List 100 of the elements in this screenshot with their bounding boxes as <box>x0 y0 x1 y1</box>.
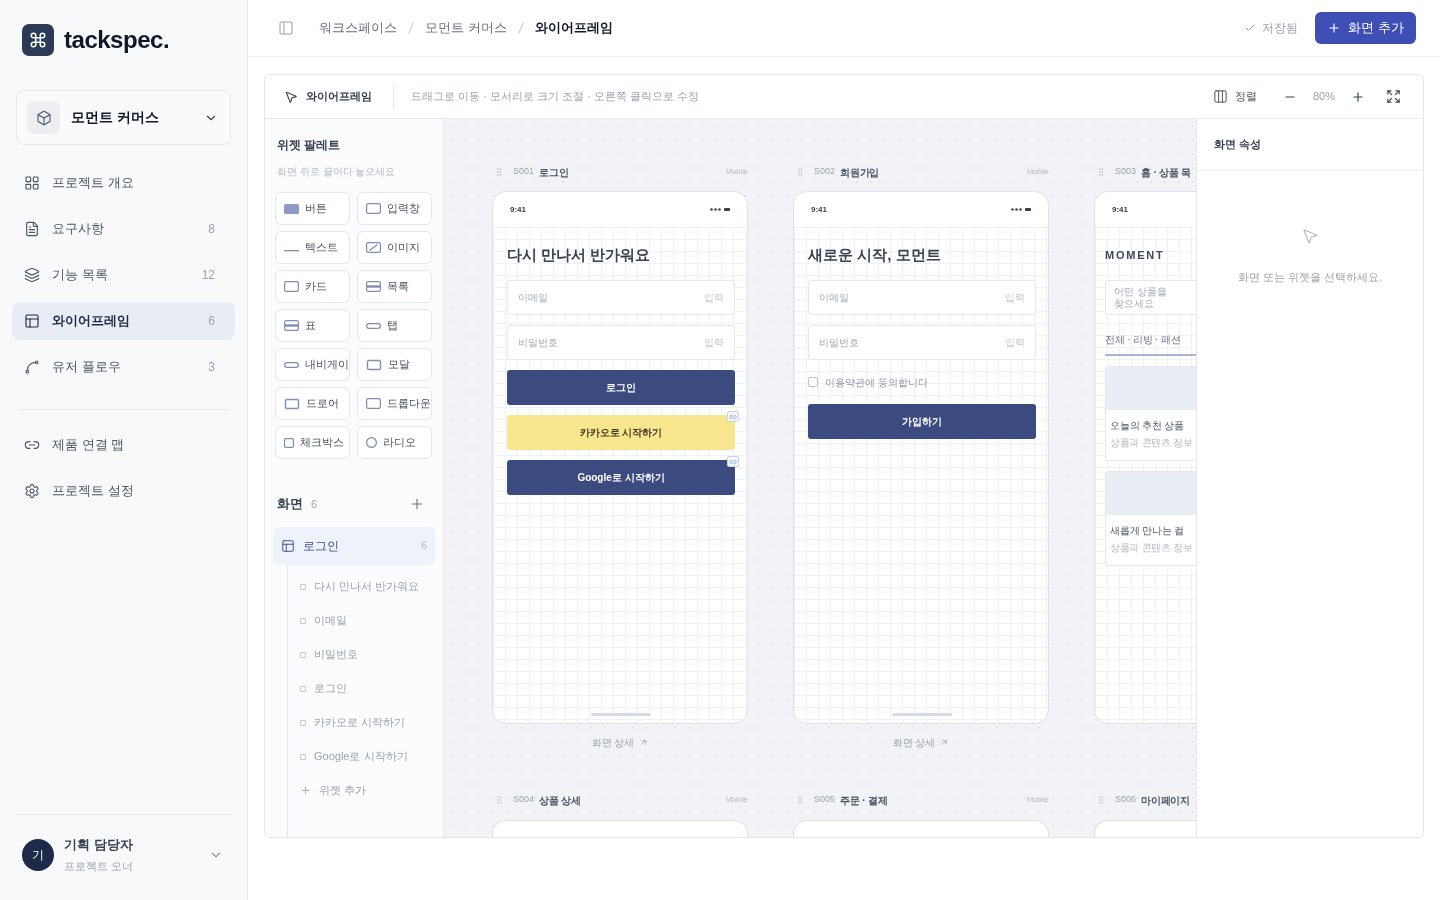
palette-item[interactable]: 입력창 <box>357 192 432 225</box>
brand-wordmark: MOMENT <box>1105 248 1166 263</box>
columns-icon <box>1212 89 1228 104</box>
item-count: 8 <box>208 221 215 238</box>
arrow-up-right-icon <box>639 737 649 747</box>
placeholder-text: 비밀번호 <box>819 336 859 350</box>
breadcrumb-link[interactable]: 워크스페이스 <box>319 18 397 38</box>
palette-item[interactable]: 카드 <box>275 270 350 303</box>
palette-item[interactable]: 드로어 <box>275 387 350 420</box>
nav-item[interactable]: 와이어프레임 6 <box>12 302 235 340</box>
wireframe-button[interactable]: 로그인 <box>507 370 735 405</box>
drag-handle-icon[interactable] <box>795 795 805 805</box>
screen-name: 홈 · 상품 목 <box>1141 165 1192 180</box>
curve-path-icon <box>24 359 40 375</box>
screen-name: 로그인 <box>539 165 569 180</box>
toolbar-hint: 드래그로 이동 · 모서리로 크기 조절 · 오른쪽 클릭으로 수정 <box>411 89 699 105</box>
screen-name: 회원가입 <box>840 165 880 180</box>
square-outline-icon <box>284 437 294 448</box>
item-count: 12 <box>201 267 215 284</box>
palette-item[interactable]: 텍스트 <box>275 231 350 264</box>
drag-handle-icon[interactable] <box>1096 795 1106 805</box>
layout-icon <box>24 313 40 329</box>
screen-code: S004 <box>513 793 535 807</box>
nav-item[interactable]: 유저 플로우 3 <box>12 348 235 386</box>
cube-icon <box>27 101 60 134</box>
screen-name: 상품 상세 <box>539 793 581 808</box>
palette-item[interactable]: 라디오 <box>357 426 432 459</box>
panel-title: 위젯 팔레트 <box>276 137 342 153</box>
zoom-in-icon[interactable] <box>1351 89 1365 104</box>
battery-icon <box>724 208 730 211</box>
palette-item[interactable]: 모달 <box>357 348 432 381</box>
drag-handle-icon[interactable] <box>1096 167 1106 177</box>
battery-icon <box>1025 208 1031 211</box>
placeholder-text: 이메일 <box>518 291 548 305</box>
nav-item[interactable]: 기능 목록 12 <box>12 256 235 294</box>
palette-item[interactable]: 버튼 <box>275 192 350 225</box>
breadcrumb-link[interactable]: 와이어프레임 <box>534 18 613 38</box>
cursor-icon <box>284 89 298 104</box>
square-icon <box>300 651 306 658</box>
palette-item[interactable]: 내비게이 <box>275 348 350 381</box>
card-title: 새롭게 만나는 컬 <box>1110 524 1185 538</box>
palette-item[interactable]: 이미지 <box>357 231 432 264</box>
add-screen-button[interactable]: 화면 추가 <box>1315 12 1416 44</box>
card-subtitle: 상품과 콘텐츠 정보 <box>1110 436 1192 449</box>
screen-code: S002 <box>814 165 836 179</box>
nav-item[interactable]: 프로젝트 설정 <box>12 472 235 510</box>
wireframe-button[interactable]: 가입하기 <box>808 404 1036 439</box>
avatar: 기 <box>22 839 54 871</box>
square-icon <box>300 753 306 760</box>
checkbox-label: 이용약관에 동의합니다 <box>825 375 928 390</box>
status-time: 9:41 <box>1112 203 1128 216</box>
breadcrumb-separator-icon <box>408 22 414 34</box>
screen-code: S003 <box>1115 165 1137 179</box>
status-time: 9:41 <box>811 203 827 216</box>
rectangle-outline-icon <box>366 398 381 409</box>
home-indicator <box>892 713 952 716</box>
checkbox[interactable] <box>808 377 818 387</box>
drag-handle-icon[interactable] <box>494 795 504 805</box>
save-status: 저장됨 <box>1262 20 1299 37</box>
palette-item[interactable]: 탭 <box>357 309 432 342</box>
palette-item[interactable]: 목록 <box>357 270 432 303</box>
layout-icon <box>281 538 295 553</box>
user-role: 프로젝트 오너 <box>64 859 134 874</box>
nav-item[interactable]: 프로젝트 개요 <box>12 164 235 202</box>
placeholder-text: 이메일 <box>819 291 849 305</box>
pill-outline-icon <box>366 322 381 329</box>
panel-title: 화면 속성 <box>1214 137 1262 153</box>
nav-item[interactable]: 제품 연결 맵 <box>12 426 235 464</box>
square-icon <box>300 685 306 692</box>
square-icon <box>300 719 306 726</box>
fullscreen-icon[interactable] <box>1386 89 1401 104</box>
section-title: 화면 <box>277 495 303 513</box>
empty-state-message: 화면 또는 위젯을 선택하세요. <box>1237 270 1383 285</box>
screen-name: 마이페이지 <box>1141 793 1191 808</box>
item-count: 6 <box>208 313 215 330</box>
image-frame-icon <box>366 242 381 253</box>
screen-heading: 다시 만나서 반가워요 <box>507 245 652 265</box>
nav-item[interactable]: 요구사항 8 <box>12 210 235 248</box>
square-icon <box>300 583 306 590</box>
align-button[interactable]: 정렬 <box>1212 88 1257 105</box>
palette-item[interactable]: 드롭다운 <box>357 387 432 420</box>
more-dots-icon <box>1011 208 1022 211</box>
breadcrumb-link[interactable]: 모먼트 커머스 <box>425 18 507 38</box>
palette-item[interactable]: 체크박스 <box>275 426 350 459</box>
sidebar-toggle-icon[interactable] <box>278 20 294 36</box>
palette-item[interactable]: 표 <box>275 309 350 342</box>
shaded-rectangle-icon <box>366 358 382 371</box>
arrow-up-right-icon <box>940 737 950 747</box>
zoom-level: 80% <box>1312 89 1335 105</box>
screen-heading: 새로운 시작, 모먼트 <box>808 245 942 265</box>
card-title: 오늘의 추천 상품 <box>1110 419 1185 433</box>
status-time: 9:41 <box>510 203 526 216</box>
breadcrumb-separator-icon <box>517 22 524 34</box>
brand-name: tackspec. <box>64 25 170 55</box>
screen-code: S005 <box>814 793 836 807</box>
drag-handle-icon[interactable] <box>795 167 805 177</box>
project-selector[interactable]: 모먼트 커머스 <box>16 90 231 145</box>
drag-handle-icon[interactable] <box>494 167 504 177</box>
banded-rectangle-icon <box>366 281 381 292</box>
document-icon <box>24 221 40 237</box>
